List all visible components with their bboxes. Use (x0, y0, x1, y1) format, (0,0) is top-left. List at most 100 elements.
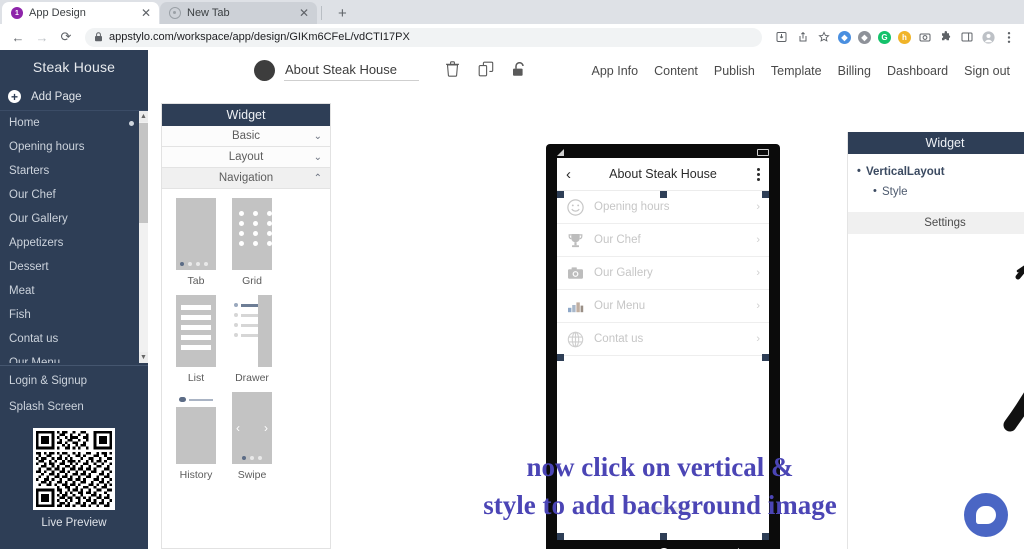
selection-handle[interactable] (557, 533, 564, 540)
nav-link-dashboard[interactable]: Dashboard (887, 64, 948, 78)
scroll-down-icon[interactable]: ▼ (139, 352, 148, 363)
drawer-lines (234, 303, 258, 337)
reload-icon[interactable]: ⟳ (56, 27, 76, 47)
phone-row-our-chef[interactable]: Our Chef › (557, 224, 769, 257)
selection-handle[interactable] (762, 191, 769, 198)
chat-support-button[interactable] (964, 493, 1008, 537)
back-icon[interactable]: ← (8, 27, 28, 47)
sidebar-item-label: Meat (9, 285, 35, 297)
phone-row-our-gallery[interactable]: Our Gallery › (557, 257, 769, 290)
sidepanel-icon[interactable] (960, 30, 974, 44)
phone-row-our-menu[interactable]: Our Menu › (557, 290, 769, 323)
honey-icon[interactable]: h (898, 30, 911, 44)
sidebar-divider (0, 365, 148, 366)
new-tab-button[interactable]: + (332, 6, 353, 21)
phone-screen: ‹ About Steak House Opening hours › Our … (557, 158, 769, 540)
nav-link-template[interactable]: Template (771, 64, 822, 78)
shield-grey-icon[interactable]: ◆ (858, 30, 871, 44)
scroll-up-icon[interactable]: ▲ (139, 111, 148, 122)
list-thumb (176, 295, 216, 367)
widget-swipe[interactable]: ‹ › Swipe (226, 392, 278, 481)
sidebar-item-starters[interactable]: Starters (0, 159, 148, 183)
tree-item-style[interactable]: Style (848, 182, 1024, 202)
live-preview-label[interactable]: Live Preview (0, 510, 148, 529)
sidebar-pages-list: Home Opening hours Starters Our Chef Our… (0, 111, 148, 363)
nav-link-app-info[interactable]: App Info (592, 64, 639, 78)
forward-icon[interactable]: → (32, 27, 52, 47)
share-icon[interactable] (796, 30, 810, 44)
menu-kebab-icon[interactable] (1002, 30, 1016, 44)
sidebar-item-meat[interactable]: Meat (0, 279, 148, 303)
selection-handle[interactable] (557, 191, 564, 198)
chevron-left-icon[interactable]: ‹ (566, 166, 582, 183)
sidebar-item-label: Splash Screen (9, 401, 84, 413)
widget-drawer[interactable]: Drawer (226, 295, 278, 384)
widget-label: History (179, 469, 213, 481)
selection-handle[interactable] (660, 533, 667, 540)
nav-link-sign-out[interactable]: Sign out (964, 64, 1010, 78)
grammarly-icon[interactable]: G (878, 30, 891, 44)
app-top-bar: App Info Content Publish Template Billin… (148, 50, 1024, 91)
sidebar-item-our-chef[interactable]: Our Chef (0, 183, 148, 207)
browser-tab-inactive[interactable]: New Tab ✕ (160, 2, 317, 24)
plus-circle-icon: + (8, 90, 21, 103)
phone-row-contat-us[interactable]: Contat us › (557, 323, 769, 356)
scrollbar-thumb[interactable] (139, 123, 148, 223)
palette-header: Widget (162, 104, 330, 126)
sidebar-item-our-menu[interactable]: Our Menu (0, 351, 148, 363)
close-icon[interactable]: ✕ (295, 7, 309, 19)
sidebar-item-appetizers[interactable]: Appetizers (0, 231, 148, 255)
shield-blue-icon[interactable]: ◆ (838, 30, 851, 44)
widget-grid[interactable]: Grid (226, 198, 278, 287)
delete-icon[interactable] (445, 61, 460, 80)
page-title-input[interactable] (284, 60, 419, 81)
selection-handle[interactable] (557, 354, 564, 361)
history-thumb (176, 392, 216, 464)
accordion-label: Basic (231, 130, 261, 142)
sidebar-item-contat-us[interactable]: Contat us (0, 327, 148, 351)
accordion-layout[interactable]: Layout ⌄ (162, 147, 330, 168)
widget-history[interactable]: History (170, 392, 222, 481)
settings-button[interactable]: Settings (848, 212, 1024, 234)
nav-link-billing[interactable]: Billing (838, 64, 871, 78)
profile-icon[interactable] (981, 30, 995, 44)
nav-link-content[interactable]: Content (654, 64, 698, 78)
address-bar[interactable]: appstylo.com/workspace/app/design/GIKm6C… (85, 27, 762, 47)
sidebar-item-splash-screen[interactable]: Splash Screen (0, 394, 148, 420)
widget-list[interactable]: List (170, 295, 222, 384)
install-icon[interactable] (775, 30, 789, 44)
extensions-puzzle-icon[interactable] (939, 30, 953, 44)
globe-icon (566, 330, 584, 348)
widget-tab[interactable]: Tab (170, 198, 222, 287)
screenshot-icon[interactable] (918, 30, 932, 44)
nav-link-publish[interactable]: Publish (714, 64, 755, 78)
selection-handle[interactable] (762, 354, 769, 361)
sidebar-item-our-gallery[interactable]: Our Gallery (0, 207, 148, 231)
chevron-right-icon: › (756, 234, 760, 246)
close-icon[interactable]: ✕ (137, 7, 151, 19)
selection-handle[interactable] (762, 533, 769, 540)
widget-palette: Widget Basic ⌄ Layout ⌄ Navigation ⌃ Tab (161, 103, 331, 549)
sidebar-item-label: Fish (9, 309, 31, 321)
sidebar-item-login-signup[interactable]: Login & Signup (0, 368, 148, 394)
accordion-navigation[interactable]: Navigation ⌃ (162, 168, 330, 189)
accordion-basic[interactable]: Basic ⌄ (162, 126, 330, 147)
app-nav-links: App Info Content Publish Template Billin… (592, 64, 1010, 78)
kebab-menu-icon[interactable] (744, 167, 760, 181)
sidebar-item-home[interactable]: Home (0, 111, 148, 135)
duplicate-icon[interactable] (478, 61, 494, 80)
sidebar-item-opening-hours[interactable]: Opening hours (0, 135, 148, 159)
drawer-panel (258, 295, 272, 367)
widget-tree: VerticalLayout Style (848, 154, 1024, 202)
sidebar-item-dessert[interactable]: Dessert (0, 255, 148, 279)
sidebar-scrollbar[interactable]: ▲ ▼ (139, 111, 148, 363)
browser-toolbar: ← → ⟳ appstylo.com/workspace/app/design/… (0, 24, 1024, 50)
sidebar-item-fish[interactable]: Fish (0, 303, 148, 327)
selection-handle[interactable] (660, 191, 667, 198)
unlock-icon[interactable] (512, 61, 528, 80)
bookmark-star-icon[interactable] (817, 30, 831, 44)
widget-thumbnails: Tab Grid List Drawer History ‹ › Swipe (162, 189, 330, 489)
tree-item-verticallayout[interactable]: VerticalLayout (848, 162, 1024, 182)
add-page-button[interactable]: + Add Page (0, 83, 148, 111)
browser-tab-active[interactable]: 1 App Design ✕ (2, 2, 159, 24)
